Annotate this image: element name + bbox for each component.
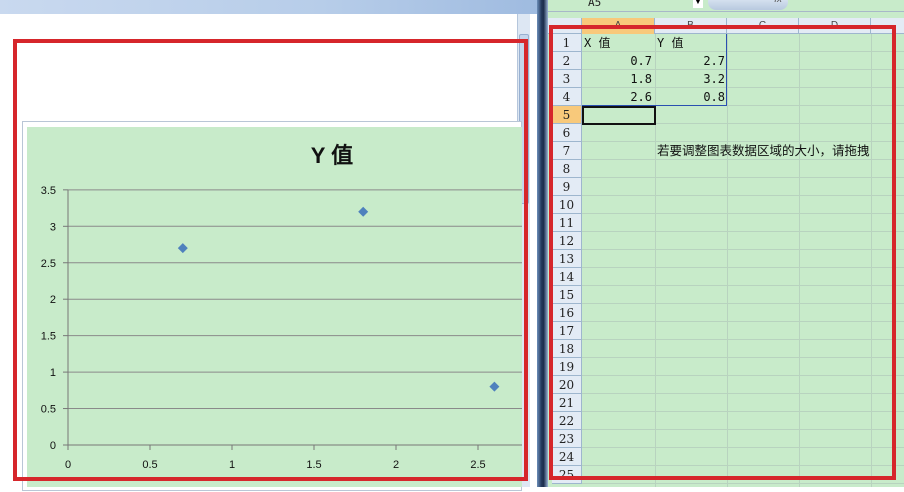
highlight-box-chart [13,39,528,481]
split-divider[interactable] [537,0,548,487]
title-bar [0,0,537,14]
gridline [582,483,904,484]
dropdown-arrow-icon[interactable]: ▼ [693,0,703,8]
highlight-box-sheet [549,25,896,480]
formula-bar: A5 ▼ fx [548,0,904,12]
name-box[interactable]: A5 [588,0,601,9]
insert-function-button[interactable]: fx [708,0,788,10]
